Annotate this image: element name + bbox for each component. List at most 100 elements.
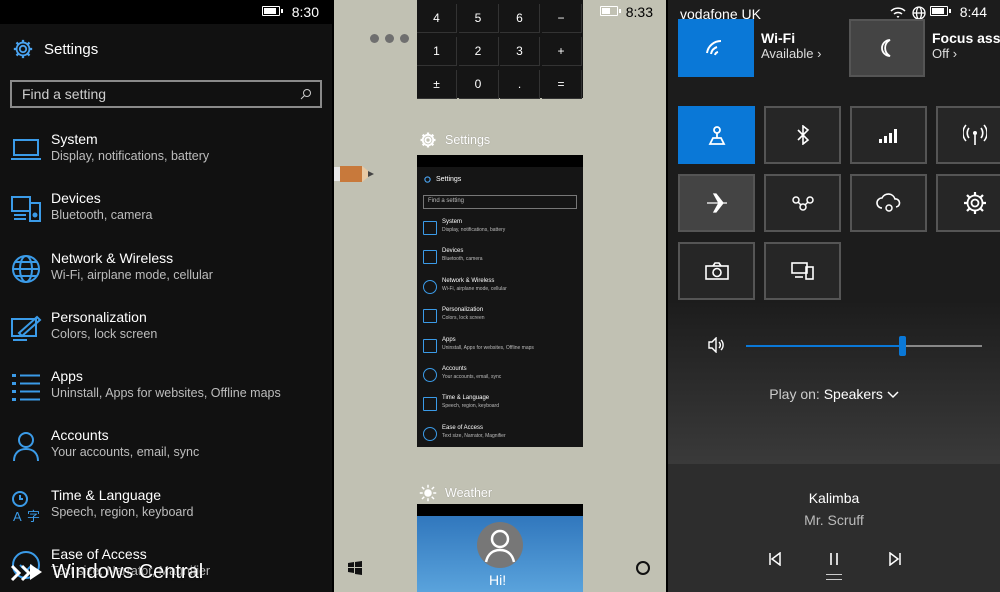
volume-slider[interactable]: [746, 336, 982, 356]
search-input[interactable]: Find a setting: [10, 80, 322, 108]
camera-icon: [704, 262, 729, 280]
hotspot-icon: [962, 124, 987, 145]
menu-item-accounts[interactable]: Accounts Your accounts, email, sync: [0, 422, 332, 481]
media-controls: Kalimba Mr. Scruff: [668, 464, 1000, 592]
weather-card-thumbnail[interactable]: Hi!: [417, 504, 583, 592]
thumbnail-item-subtitle: Your accounts, email, sync: [442, 373, 502, 380]
menu-item-network[interactable]: Network & Wireless Wi-Fi, airplane mode,…: [0, 245, 332, 304]
battery-icon: [262, 6, 283, 16]
next-track-icon[interactable]: [888, 552, 902, 566]
windows-start-icon[interactable]: [348, 561, 362, 575]
page-header: Settings: [12, 38, 98, 60]
thumbnail-status-bar: [417, 155, 583, 167]
calc-key[interactable]: ±: [417, 70, 457, 99]
calc-key[interactable]: 0: [458, 70, 499, 99]
menu-item-devices[interactable]: Devices Bluetooth, camera: [0, 185, 332, 244]
thumbnail-item-icon: [423, 309, 437, 324]
moon-icon: [881, 39, 891, 57]
thumbnail-item-subtitle: Colors, lock screen: [442, 315, 485, 322]
settings-card-label[interactable]: Settings: [419, 131, 490, 149]
bluetooth-toggle[interactable]: [764, 106, 841, 164]
calc-key[interactable]: =: [541, 70, 582, 99]
globe-icon: [912, 6, 926, 20]
volume-slider-fill: [746, 345, 902, 347]
menu-item-title: Apps: [51, 368, 83, 385]
location-toggle[interactable]: [678, 106, 755, 164]
nearby-sharing-icon: [791, 196, 814, 211]
menu-item-title: Devices: [51, 190, 101, 207]
camera-toggle[interactable]: [678, 242, 755, 300]
calc-key[interactable]: 3: [500, 37, 540, 66]
calc-key[interactable]: .: [500, 70, 540, 99]
thumbnail-item-icon: [423, 367, 437, 382]
focus-assist-toggle[interactable]: [849, 19, 925, 77]
previous-track-icon[interactable]: [768, 552, 782, 566]
thumbnail-item-subtitle: Text size, Narrator, Magnifier: [442, 432, 506, 439]
thumbnail-item-subtitle: Uninstall, Apps for websites, Offline ma…: [442, 344, 534, 351]
wifi-details[interactable]: Wi-Fi Available ›: [761, 30, 821, 61]
thumbnail-header: Settings: [423, 175, 461, 184]
all-settings-toggle[interactable]: [936, 174, 1000, 232]
airplane-icon: [706, 193, 727, 213]
settings-card-thumbnail[interactable]: Settings Find a setting System Display, n…: [417, 155, 583, 447]
calc-key[interactable]: +: [541, 37, 582, 66]
data-saver-toggle[interactable]: [850, 174, 927, 232]
thumbnail-search: Find a setting: [423, 195, 577, 209]
thumbnail-item-subtitle: Wi-Fi, airplane mode, cellular: [442, 285, 507, 292]
menu-item-time-language[interactable]: A字 Time & Language Speech, region, keybo…: [0, 482, 332, 541]
thumbnail-item-subtitle: Bluetooth, camera: [442, 256, 483, 263]
song-title: Kalimba: [808, 490, 860, 506]
thumbnail-menu-item: Time & Language Speech, region, keyboard: [417, 391, 583, 420]
pause-icon[interactable]: [829, 552, 839, 566]
song-artist: Mr. Scruff: [804, 512, 864, 528]
more-options-icon[interactable]: [370, 34, 409, 43]
globe-icon: [12, 254, 40, 283]
weather-card-title: Weather: [445, 486, 493, 500]
menu-item-personalization[interactable]: Personalization Colors, lock screen: [0, 304, 332, 363]
menu-item-subtitle: Colors, lock screen: [51, 326, 158, 341]
drag-handle[interactable]: [826, 574, 842, 580]
settings-screen: 8:30 Settings Find a setting System Disp…: [0, 0, 332, 592]
project-toggle[interactable]: [764, 174, 841, 232]
windows-central-logo-icon: [10, 564, 42, 582]
connect-toggle[interactable]: [764, 242, 841, 300]
time-language-icon: A字: [12, 490, 40, 522]
gear-icon: [424, 176, 431, 183]
weather-card-label[interactable]: Weather: [419, 484, 492, 502]
cortana-search-icon[interactable]: [636, 561, 650, 575]
thumbnail-item-title: System: [442, 219, 463, 225]
menu-item-apps[interactable]: Apps Uninstall, Apps for websites, Offli…: [0, 363, 332, 422]
cloud-settings-icon: [875, 193, 900, 212]
thumbnail-item-icon: [423, 397, 437, 412]
menu-item-subtitle: Wi-Fi, airplane mode, cellular: [51, 267, 213, 282]
sun-icon: [419, 484, 437, 502]
mobile-hotspot-toggle[interactable]: [936, 106, 1000, 164]
airplane-mode-toggle[interactable]: [678, 174, 755, 232]
thumbnail-search-text: Find a setting: [428, 198, 465, 204]
calc-key[interactable]: 2: [458, 37, 499, 66]
volume-icon[interactable]: [708, 337, 724, 353]
thumbnail-menu: System Display, notifications, battery Dev…: [417, 215, 583, 450]
thumbnail-item-title: Time & Language: [442, 395, 490, 402]
pen-icon: [334, 166, 374, 182]
volume-slider-thumb[interactable]: [898, 336, 906, 356]
play-on-selector[interactable]: Play on: Speakers: [668, 386, 1000, 402]
gear-icon: [420, 132, 436, 148]
wifi-toggle[interactable]: [678, 19, 754, 77]
thumbnail-menu-item: Accounts Your accounts, email, sync: [417, 362, 583, 391]
menu-item-system[interactable]: System Display, notifications, battery: [0, 126, 332, 185]
focus-assist-details[interactable]: Focus assis Off ›: [932, 30, 1000, 61]
calc-key[interactable]: 1: [417, 37, 457, 66]
thumbnail-title: Settings: [436, 176, 462, 183]
apps-list-icon: [12, 374, 40, 402]
thumbnail-item-title: Devices: [442, 248, 464, 255]
focus-assist-status: Off ›: [932, 46, 958, 61]
status-time: 8:30: [291, 4, 319, 20]
menu-item-subtitle: Speech, region, keyboard: [51, 504, 194, 519]
thumbnail-item-icon: [423, 279, 437, 294]
thumbnail-item-icon: [423, 250, 437, 265]
menu-item-subtitle: Uninstall, Apps for websites, Offline ma…: [51, 386, 281, 401]
cellular-toggle[interactable]: [850, 106, 927, 164]
menu-item-title: Personalization: [51, 308, 147, 325]
page-title: Settings: [44, 40, 99, 58]
